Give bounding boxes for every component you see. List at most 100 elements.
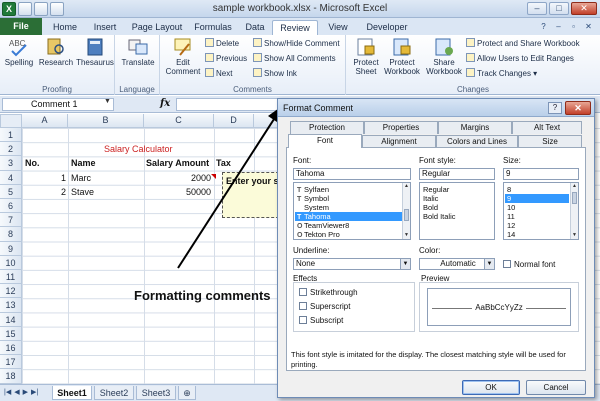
font-style-item[interactable]: Bold [421,203,493,212]
first-sheet-icon[interactable]: |◀ [4,388,11,396]
size-input[interactable]: 9 [503,168,579,180]
font-style-item[interactable]: Italic [421,194,493,203]
row-header[interactable]: 5 [0,184,22,199]
row-header[interactable]: 14 [0,312,22,327]
font-style-item[interactable]: Bold Italic [421,212,493,221]
edit-comment-button[interactable]: Edit Comment [164,37,202,76]
protect-workbook-button[interactable]: Protect Workbook [382,37,422,76]
close-button[interactable]: ✕ [571,2,597,15]
font-style-item[interactable]: Regular [421,185,493,194]
row-header[interactable]: 13 [0,298,22,313]
row-salary-cell[interactable]: 2000 [144,172,211,184]
scroll-up-icon[interactable]: ▲ [571,183,578,190]
size-list-item[interactable]: 12 [505,221,569,230]
scroll-thumb[interactable] [404,209,409,221]
row-header[interactable]: 1 [0,128,22,143]
sheet-title-cell[interactable]: Salary Calculator [104,143,173,155]
row-header[interactable]: 11 [0,270,22,285]
row-header[interactable]: 16 [0,341,22,356]
select-all-corner[interactable] [0,114,22,128]
header-name-cell[interactable]: Name [71,157,96,169]
ok-button[interactable]: OK [462,380,520,395]
prev-sheet-icon[interactable]: ◀ [14,388,19,396]
tab-review[interactable]: Review [272,20,318,35]
minimize-ribbon-icon[interactable]: – [553,21,564,32]
tab-page-layout[interactable]: Page Layout [128,20,186,35]
strikethrough-checkbox[interactable]: Strikethrough [299,288,358,297]
size-list-item[interactable]: 14 [505,230,569,239]
row-header[interactable]: 12 [0,284,22,299]
sheet-tab-sheet2[interactable]: Sheet2 [94,386,134,400]
dialog-title-bar[interactable]: Format Comment ? ✕ [278,99,594,117]
column-header-e[interactable] [254,114,278,128]
size-list-item-selected[interactable]: 9 [505,194,569,203]
tab-file[interactable]: File [0,18,42,35]
close-workbook-icon[interactable]: ✕ [583,21,594,32]
dialog-help-button[interactable]: ? [548,102,562,114]
name-box-dropdown-icon[interactable]: ▼ [104,98,111,105]
tab-view[interactable]: View [322,20,354,35]
font-list-item[interactable]: System [295,203,403,212]
font-list-item[interactable]: O TeamViewer8 [295,221,403,230]
tab-developer[interactable]: Developer [360,20,414,35]
size-list-item[interactable]: 11 [505,212,569,221]
next-comment-button[interactable]: Next [205,68,232,79]
name-box[interactable]: Comment 1 [2,98,114,111]
row-no-cell[interactable]: 1 [22,172,66,184]
size-list-item[interactable]: 8 [505,185,569,194]
research-button[interactable]: Research [38,37,74,67]
row-header[interactable]: 6 [0,199,22,214]
comment-text[interactable]: Enter your s [226,176,280,186]
row-header[interactable]: 10 [0,255,22,270]
help-icon[interactable]: ? [538,21,549,32]
font-list-item[interactable]: O Tekton Pro [295,230,403,239]
formula-input[interactable] [176,98,280,111]
insert-function-icon[interactable]: fx [160,98,170,109]
row-name-cell[interactable]: Stave [71,186,94,198]
font-list-item[interactable]: T Sylfaen [295,185,403,194]
font-list[interactable]: T Sylfaen T Symbol System T Tahoma O TeamVie… [293,182,411,240]
header-tax-cell[interactable]: Tax [216,157,231,169]
header-no-cell[interactable]: No. [25,157,40,169]
row-salary-cell[interactable]: 50000 [144,186,211,198]
font-list-item-selected[interactable]: T Tahoma [295,212,403,221]
protect-share-workbook-button[interactable]: Protect and Share Workbook [466,38,580,49]
show-all-comments-button[interactable]: Show All Comments [253,53,336,64]
share-workbook-button[interactable]: Share Workbook [424,37,464,76]
next-sheet-icon[interactable]: ▶ [23,388,28,396]
scroll-thumb[interactable] [572,192,577,204]
row-header[interactable]: 9 [0,241,22,256]
scroll-down-icon[interactable]: ▼ [403,232,410,239]
chevron-down-icon[interactable]: ▼ [400,259,410,269]
dialog-close-button[interactable]: ✕ [565,101,591,115]
cancel-button[interactable]: Cancel [526,380,586,395]
row-header[interactable]: 4 [0,170,22,185]
row-header[interactable]: 17 [0,355,22,370]
row-header[interactable]: 2 [0,142,22,157]
row-header[interactable]: 15 [0,326,22,341]
superscript-checkbox[interactable]: Superscript [299,302,350,311]
minimize-button[interactable]: – [527,2,547,15]
restore-icon[interactable]: ▫ [568,21,579,32]
tab-properties[interactable]: Properties [364,121,438,134]
protect-sheet-button[interactable]: Protect Sheet [350,37,382,76]
column-header-d[interactable]: D [214,114,254,128]
scroll-up-icon[interactable]: ▲ [403,183,410,190]
row-header[interactable]: 3 [0,156,22,171]
show-hide-comment-button[interactable]: Show/Hide Comment [253,38,340,49]
sheet-tab-sheet1[interactable]: Sheet1 [52,386,92,400]
chevron-down-icon[interactable]: ▼ [484,259,494,269]
show-ink-button[interactable]: Show Ink [253,68,297,79]
spelling-button[interactable]: ABC Spelling [2,37,36,67]
tab-data[interactable]: Data [240,20,270,35]
track-changes-button[interactable]: Track Changes ▾ [466,68,537,79]
sheet-tab-sheet3[interactable]: Sheet3 [136,386,176,400]
delete-comment-button[interactable]: Delete [205,38,239,49]
normal-font-checkbox[interactable]: Normal font [503,260,555,269]
font-name-input[interactable]: Tahoma [293,168,411,180]
font-list-item[interactable]: T Symbol [295,194,403,203]
font-style-input[interactable]: Regular [419,168,495,180]
insert-sheet-icon[interactable]: ⊕ [178,386,196,400]
underline-select[interactable]: None ▼ [293,258,411,270]
scroll-down-icon[interactable]: ▼ [571,232,578,239]
